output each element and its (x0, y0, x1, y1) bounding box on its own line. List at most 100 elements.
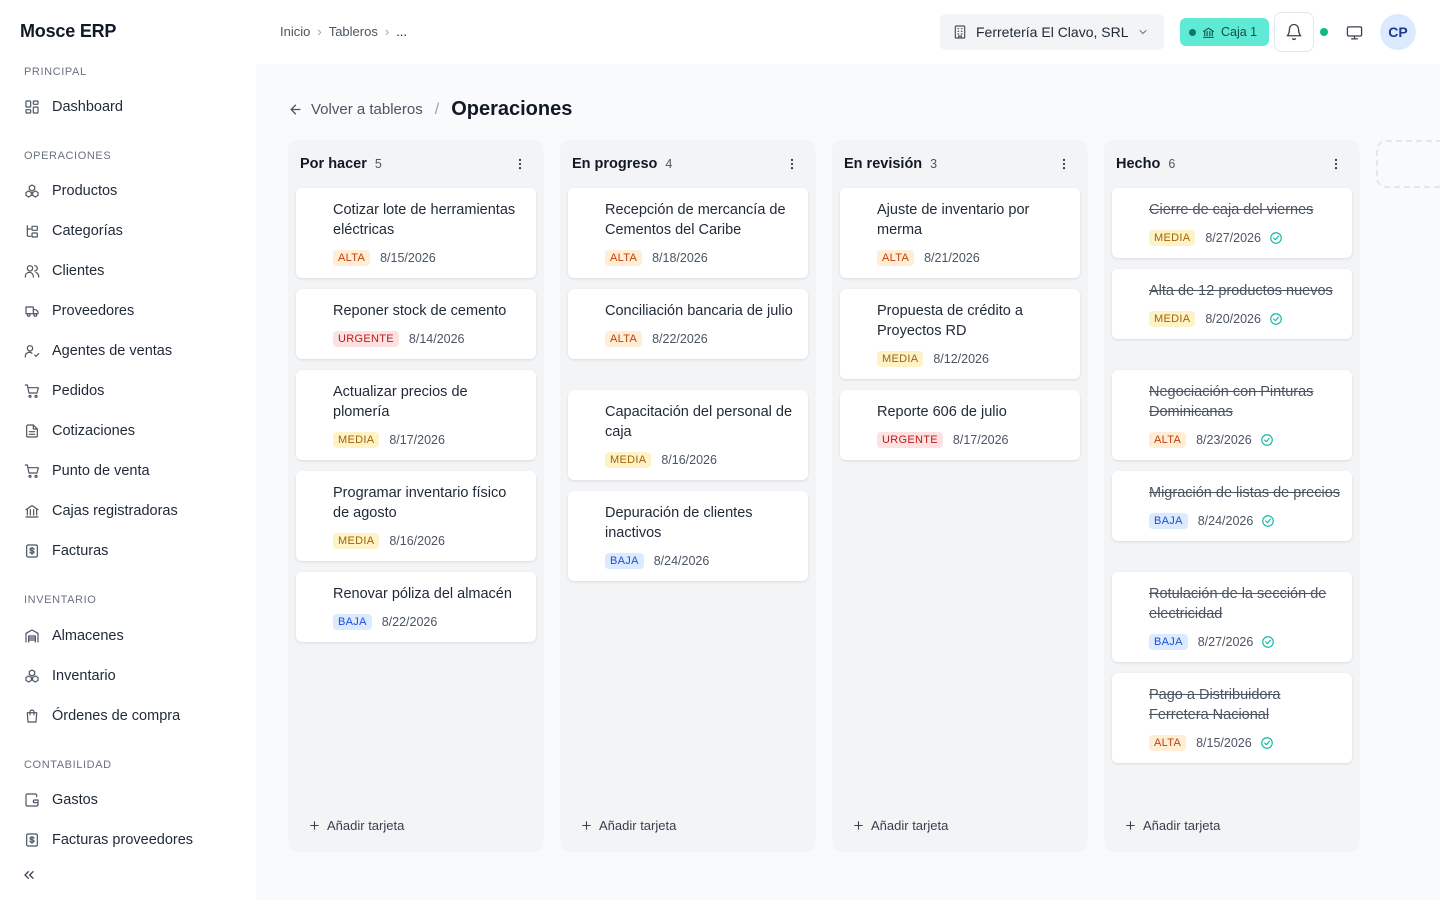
card-title: Ajuste de inventario por merma (877, 202, 1030, 238)
dashboard-icon (24, 99, 40, 115)
kanban-card[interactable]: Reporte 606 de julio URGENTE 8/17/2026 (840, 390, 1080, 460)
priority-badge: MEDIA (1149, 230, 1196, 246)
display-button[interactable] (1344, 22, 1364, 42)
card-due-date: 8/18/2026 (652, 251, 708, 265)
sidebar-item-productos[interactable]: Productos (16, 174, 240, 208)
sidebar-item-categorias[interactable]: Categorías (16, 214, 240, 248)
top-header: Inicio › Tableros › ... Ferretería El Cl… (256, 0, 1440, 64)
add-column-placeholder[interactable] (1376, 140, 1440, 188)
add-card-label: Añadir tarjeta (599, 818, 677, 833)
sidebar-item-label: Categorías (52, 223, 123, 239)
sidebar-item-agentes-de-ventas[interactable]: Agentes de ventas (16, 334, 240, 368)
sidebar-item-dashboard[interactable]: Dashboard (16, 90, 240, 124)
kanban-card[interactable]: Cierre de caja del viernes MEDIA 8/27/2026 (1112, 188, 1352, 258)
sidebar-item-gastos[interactable]: Gastos (16, 783, 240, 817)
priority-badge: MEDIA (1149, 311, 1196, 327)
kanban-card[interactable]: Reponer stock de cemento URGENTE 8/14/2026 (296, 289, 536, 359)
sidebar-item-cajas-registradoras[interactable]: Cajas registradoras (16, 494, 240, 528)
sidebar-item-label: Gastos (52, 792, 98, 808)
add-card-label: Añadir tarjeta (871, 818, 949, 833)
sidebar-item-punto-de-venta[interactable]: Punto de venta (16, 454, 240, 488)
kanban-card[interactable]: Programar inventario físico de agosto MED… (296, 471, 536, 561)
sidebar-item-proveedores[interactable]: Proveedores (16, 294, 240, 328)
brand-logo[interactable]: Mosce ERP (20, 21, 116, 42)
sidebar-item-ordenes-de-compra[interactable]: Órdenes de compra (16, 699, 240, 733)
kanban-card[interactable]: Renovar póliza del almacén BAJA 8/22/2026 (296, 572, 536, 642)
board-column-en-revision: En revisión 3 Añadir tarjeta Ajuste de inve… (832, 140, 1088, 852)
sidebar-item-cotizaciones[interactable]: Cotizaciones (16, 414, 240, 448)
column-header: En revisión 3 (844, 156, 937, 172)
collapse-sidebar-button[interactable] (20, 866, 38, 884)
board-column-en-progreso: En progreso 4 Añadir tarjeta Recepción de m… (560, 140, 816, 852)
sidebar-item-inventario[interactable]: Inventario (16, 659, 240, 693)
sidebar-item-pedidos[interactable]: Pedidos (16, 374, 240, 408)
notifications-button[interactable] (1274, 12, 1314, 52)
truck-icon (24, 303, 40, 319)
card-meta: MEDIA 8/20/2026 (1149, 309, 1340, 329)
sidebar-item-almacenes[interactable]: Almacenes (16, 619, 240, 653)
card-due-date: 8/21/2026 (924, 251, 980, 265)
cash-register-badge[interactable]: Caja 1 (1180, 18, 1269, 46)
kanban-card[interactable]: Pago a Distribuidora Ferretera Nacional A… (1112, 673, 1352, 763)
priority-badge: MEDIA (877, 351, 924, 367)
card-meta: MEDIA 8/27/2026 (1149, 228, 1340, 248)
column-menu-button[interactable] (784, 156, 800, 172)
kanban-card[interactable]: Cotizar lote de herramientas eléctricas A… (296, 188, 536, 278)
column-menu-button[interactable] (1328, 156, 1344, 172)
breadcrumb-inicio[interactable]: Inicio (280, 24, 310, 39)
check-circle-icon (1260, 736, 1274, 750)
column-count: 3 (930, 157, 938, 171)
sidebar-item-label: Agentes de ventas (52, 343, 173, 359)
kanban-card[interactable]: Propuesta de crédito a Proyectos RD MEDIA… (840, 289, 1080, 379)
add-card-button[interactable]: Añadir tarjeta (308, 818, 404, 833)
kanban-card[interactable]: Depuración de clientes inactivos BAJA 8/24… (568, 491, 808, 581)
sidebar: Mosce ERP PRINCIPAL Dashboard OPERACIONES P… (0, 0, 256, 900)
page-title-row: Volver a tableros / Operaciones (288, 98, 572, 121)
users-icon (24, 263, 40, 279)
sidebar-item-label: Órdenes de compra (52, 708, 181, 724)
add-card-label: Añadir tarjeta (327, 818, 405, 833)
column-count: 5 (374, 157, 382, 171)
sidebar-item-clientes[interactable]: Clientes (16, 254, 240, 288)
breadcrumb-tableros[interactable]: Tableros (329, 24, 378, 39)
cart-icon (24, 383, 40, 399)
card-meta: ALTA 8/15/2026 (1149, 733, 1340, 753)
sidebar-item-label: Almacenes (52, 628, 124, 644)
column-menu-button[interactable] (512, 156, 528, 172)
kanban-card[interactable]: Conciliación bancaria de julio ALTA 8/22/2… (568, 289, 808, 359)
card-meta: BAJA 8/27/2026 (1149, 632, 1340, 652)
card-title: Cotizar lote de herramientas eléctricas (333, 202, 516, 238)
kanban-card[interactable]: Ajuste de inventario por merma ALTA 8/21/2… (840, 188, 1080, 278)
board-column-hecho: Hecho 6 Añadir tarjeta Cierre de caja del v… (1104, 140, 1360, 852)
section-label-contabilidad: CONTABILIDAD (24, 759, 112, 771)
card-title: Rotulación de la sección de electricidad (1149, 586, 1327, 622)
kanban-card[interactable]: Actualizar precios de plomería MEDIA 8/17/… (296, 370, 536, 460)
add-card-button[interactable]: Añadir tarjeta (1124, 818, 1220, 833)
sidebar-item-label: Cotizaciones (52, 423, 136, 439)
card-meta: ALTA 8/21/2026 (877, 248, 1068, 268)
sidebar-item-facturas-proveedores[interactable]: Facturas proveedores (16, 823, 240, 857)
sidebar-item-label: Proveedores (52, 303, 135, 319)
user-avatar[interactable]: CP (1380, 14, 1416, 50)
kanban-card[interactable]: Negociación con Pinturas Dominicanas ALTA… (1112, 370, 1352, 460)
kanban-card[interactable]: Alta de 12 productos nuevos MEDIA 8/20/202… (1112, 269, 1352, 339)
priority-badge: ALTA (605, 331, 643, 347)
add-card-button[interactable]: Añadir tarjeta (580, 818, 676, 833)
kanban-card[interactable]: Capacitación del personal de caja MEDIA 8/… (568, 390, 808, 480)
column-menu-button[interactable] (1056, 156, 1072, 172)
priority-badge: ALTA (605, 250, 643, 266)
company-selector[interactable]: Ferretería El Clavo, SRL (940, 14, 1164, 50)
boxes-icon (24, 183, 40, 199)
kanban-card[interactable]: Migración de listas de precios BAJA 8/24/2… (1112, 471, 1352, 541)
card-title: Recepción de mercancía de Cementos del C… (605, 202, 786, 238)
add-card-button[interactable]: Añadir tarjeta (852, 818, 948, 833)
title-separator: / (434, 100, 440, 118)
back-to-boards-link[interactable]: Volver a tableros (288, 101, 423, 118)
kanban-card[interactable]: Recepción de mercancía de Cementos del C… (568, 188, 808, 278)
check-circle-icon (1269, 312, 1283, 326)
card-title: Migración de listas de precios (1149, 485, 1341, 501)
kanban-card[interactable]: Rotulación de la sección de electricidad… (1112, 572, 1352, 662)
sidebar-item-label: Cajas registradoras (52, 503, 178, 519)
card-due-date: 8/27/2026 (1205, 231, 1261, 245)
sidebar-item-facturas[interactable]: Facturas (16, 534, 240, 568)
